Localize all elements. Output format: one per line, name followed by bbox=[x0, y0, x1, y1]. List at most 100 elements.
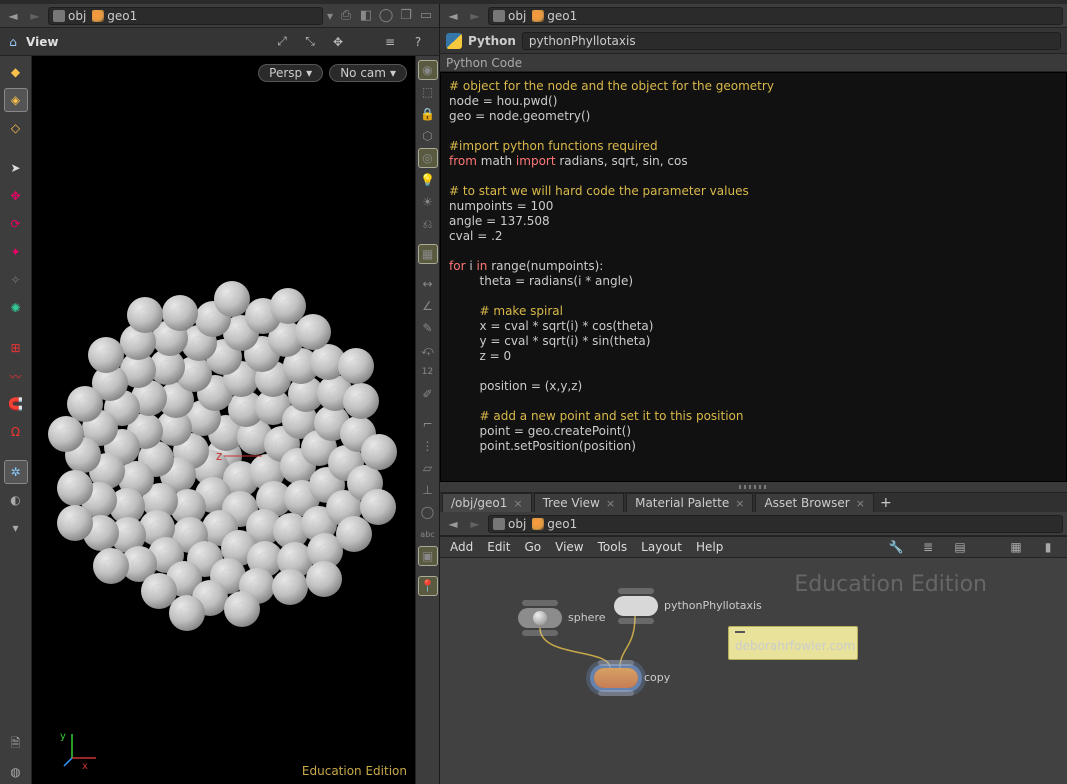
node-python[interactable]: pythonPhyllotaxis bbox=[614, 596, 658, 616]
nav-fwd-icon[interactable]: ► bbox=[26, 7, 44, 25]
wrench-icon[interactable]: 🔧 bbox=[887, 538, 905, 556]
network-tab[interactable]: Tree View× bbox=[534, 493, 625, 512]
add-tab-button[interactable]: + bbox=[876, 493, 896, 512]
geo-icon bbox=[92, 10, 104, 22]
code-editor[interactable]: # object for the node and the object for… bbox=[440, 72, 1067, 482]
inspect-icon[interactable]: 🗎 bbox=[4, 732, 28, 756]
transform-tool-icon[interactable]: ✺ bbox=[4, 296, 28, 320]
snapshot-icon[interactable]: ◧ bbox=[357, 7, 375, 25]
snap-point-icon[interactable]: 🧲 bbox=[4, 392, 28, 416]
arrow-tool-icon[interactable]: ➤ bbox=[4, 156, 28, 180]
close-icon[interactable]: × bbox=[513, 497, 522, 510]
menu-item-help[interactable]: Help bbox=[696, 540, 723, 554]
nav-fwd-icon[interactable]: ► bbox=[466, 515, 484, 533]
script-name-field[interactable]: pythonPhyllotaxis bbox=[522, 32, 1061, 50]
rotate-tool-icon[interactable]: ⟳ bbox=[4, 212, 28, 236]
menu-item-add[interactable]: Add bbox=[450, 540, 473, 554]
wire-icon[interactable]: ⬚ bbox=[418, 82, 438, 102]
python-icon bbox=[446, 33, 462, 49]
ghost-icon[interactable]: ⌂ bbox=[4, 35, 22, 49]
network-view[interactable]: Education Edition sphere pythonPhyllotax… bbox=[440, 558, 1067, 784]
network-tab[interactable]: Asset Browser× bbox=[755, 493, 873, 512]
page-icon[interactable]: ▤ bbox=[951, 538, 969, 556]
env-icon[interactable]: ☀ bbox=[418, 192, 438, 212]
persp-dropdown[interactable]: Persp▾ bbox=[258, 64, 323, 82]
cam-tool-icon[interactable]: ▾ bbox=[4, 516, 28, 540]
edge-icon[interactable]: ⌐ bbox=[418, 414, 438, 434]
light-icon[interactable]: ◎ bbox=[418, 148, 438, 168]
obj-icon bbox=[53, 10, 65, 22]
marker-icon[interactable]: 📍 bbox=[418, 576, 438, 596]
node-sphere[interactable]: sphere bbox=[518, 608, 562, 628]
move-tool-icon[interactable]: ✥ bbox=[4, 184, 28, 208]
nav-fwd-icon[interactable]: ► bbox=[466, 7, 484, 25]
close-icon[interactable]: × bbox=[856, 497, 865, 510]
bulb-icon[interactable]: 💡 bbox=[418, 170, 438, 190]
sticky-note[interactable]: deborahrfowler.com bbox=[728, 626, 858, 660]
lang-label: Python bbox=[468, 34, 516, 48]
grid-icon[interactable]: ▦ bbox=[418, 244, 438, 264]
vertex-icon[interactable]: ⋮ bbox=[418, 436, 438, 456]
grid-icon[interactable]: ▦ bbox=[1007, 538, 1025, 556]
path-seg-obj: obj bbox=[68, 9, 86, 23]
nav-back-icon[interactable]: ◄ bbox=[4, 7, 22, 25]
brush-icon[interactable]: ✎ bbox=[418, 318, 438, 338]
split-handle[interactable] bbox=[440, 482, 1067, 492]
viewer-path-field[interactable]: obj geo1 bbox=[48, 7, 323, 25]
nav-back-icon[interactable]: ◄ bbox=[444, 515, 462, 533]
menu-item-layout[interactable]: Layout bbox=[641, 540, 682, 554]
handle-world-icon[interactable]: ⤢ bbox=[271, 32, 293, 52]
menu-item-go[interactable]: Go bbox=[524, 540, 541, 554]
handle-local-icon[interactable]: ✥ bbox=[327, 32, 349, 52]
ring-icon[interactable]: ◯ bbox=[418, 502, 438, 522]
close-icon[interactable]: × bbox=[735, 497, 744, 510]
scale-tool-icon[interactable]: ✦ bbox=[4, 240, 28, 264]
snap-grid-icon[interactable]: ⊞ bbox=[4, 336, 28, 360]
menu-item-tools[interactable]: Tools bbox=[598, 540, 628, 554]
tool-view-icon[interactable]: ◆ bbox=[4, 60, 28, 84]
handle-object-icon[interactable]: ⤡ bbox=[299, 32, 321, 52]
shade-icon[interactable]: ◉ bbox=[418, 60, 438, 80]
pin-icon[interactable]: ⎙ bbox=[337, 7, 355, 25]
list-icon[interactable]: ≣ bbox=[919, 538, 937, 556]
tool-region-icon[interactable]: ◇ bbox=[4, 116, 28, 140]
disk-icon[interactable]: ◍ bbox=[4, 760, 28, 784]
path-seg-geo: geo1 bbox=[107, 9, 137, 23]
help-icon[interactable]: ? bbox=[407, 32, 429, 52]
snap-multi-icon[interactable]: Ω bbox=[4, 420, 28, 444]
network-path-field[interactable]: obj geo1 bbox=[488, 515, 1063, 533]
ortho-icon[interactable]: ◐ bbox=[4, 488, 28, 512]
render-icon[interactable]: ◯ bbox=[377, 7, 395, 25]
num-icon[interactable]: 12 bbox=[418, 362, 438, 382]
paint-icon[interactable]: ✐ bbox=[418, 384, 438, 404]
viewport[interactable]: Persp▾ No cam▾ z y x Education Edition bbox=[32, 56, 415, 784]
bone-icon[interactable]: ⎌ bbox=[418, 214, 438, 234]
education-watermark: Education Edition bbox=[302, 764, 407, 778]
dist-icon[interactable]: ↔ bbox=[418, 274, 438, 294]
network-tab[interactable]: /obj/geo1× bbox=[442, 493, 532, 512]
prim-icon[interactable]: ▱ bbox=[418, 458, 438, 478]
lock-icon[interactable]: 🔒 bbox=[418, 104, 438, 124]
palette-icon[interactable]: ▮ bbox=[1039, 538, 1057, 556]
abc-icon[interactable]: abc bbox=[418, 524, 438, 544]
node-copy[interactable]: copy bbox=[594, 668, 638, 688]
menu-item-edit[interactable]: Edit bbox=[487, 540, 510, 554]
view-options-icon[interactable]: ≡ bbox=[379, 32, 401, 52]
network-tab[interactable]: Material Palette× bbox=[626, 493, 753, 512]
pose-tool-icon[interactable]: ✧ bbox=[4, 268, 28, 292]
bg-icon[interactable]: ▣ bbox=[418, 546, 438, 566]
close-icon[interactable]: × bbox=[606, 497, 615, 510]
camera-dropdown[interactable]: No cam▾ bbox=[329, 64, 407, 82]
cube-icon[interactable]: ❐ bbox=[397, 7, 415, 25]
nav-back-icon[interactable]: ◄ bbox=[444, 7, 462, 25]
hook-icon[interactable]: ⤽ bbox=[418, 340, 438, 360]
ghost-obj-icon[interactable]: ⬡ bbox=[418, 126, 438, 146]
parm-path-field[interactable]: obj geo1 bbox=[488, 7, 1063, 25]
normal-icon[interactable]: ⊥ bbox=[418, 480, 438, 500]
menu-item-view[interactable]: View bbox=[555, 540, 583, 554]
angle-icon[interactable]: ∠ bbox=[418, 296, 438, 316]
tool-select-icon[interactable]: ◈ bbox=[4, 88, 28, 112]
layout-icon[interactable]: ▭ bbox=[417, 7, 435, 25]
snap-curve-icon[interactable]: 〰 bbox=[4, 364, 28, 388]
cplane-icon[interactable]: ✲ bbox=[4, 460, 28, 484]
